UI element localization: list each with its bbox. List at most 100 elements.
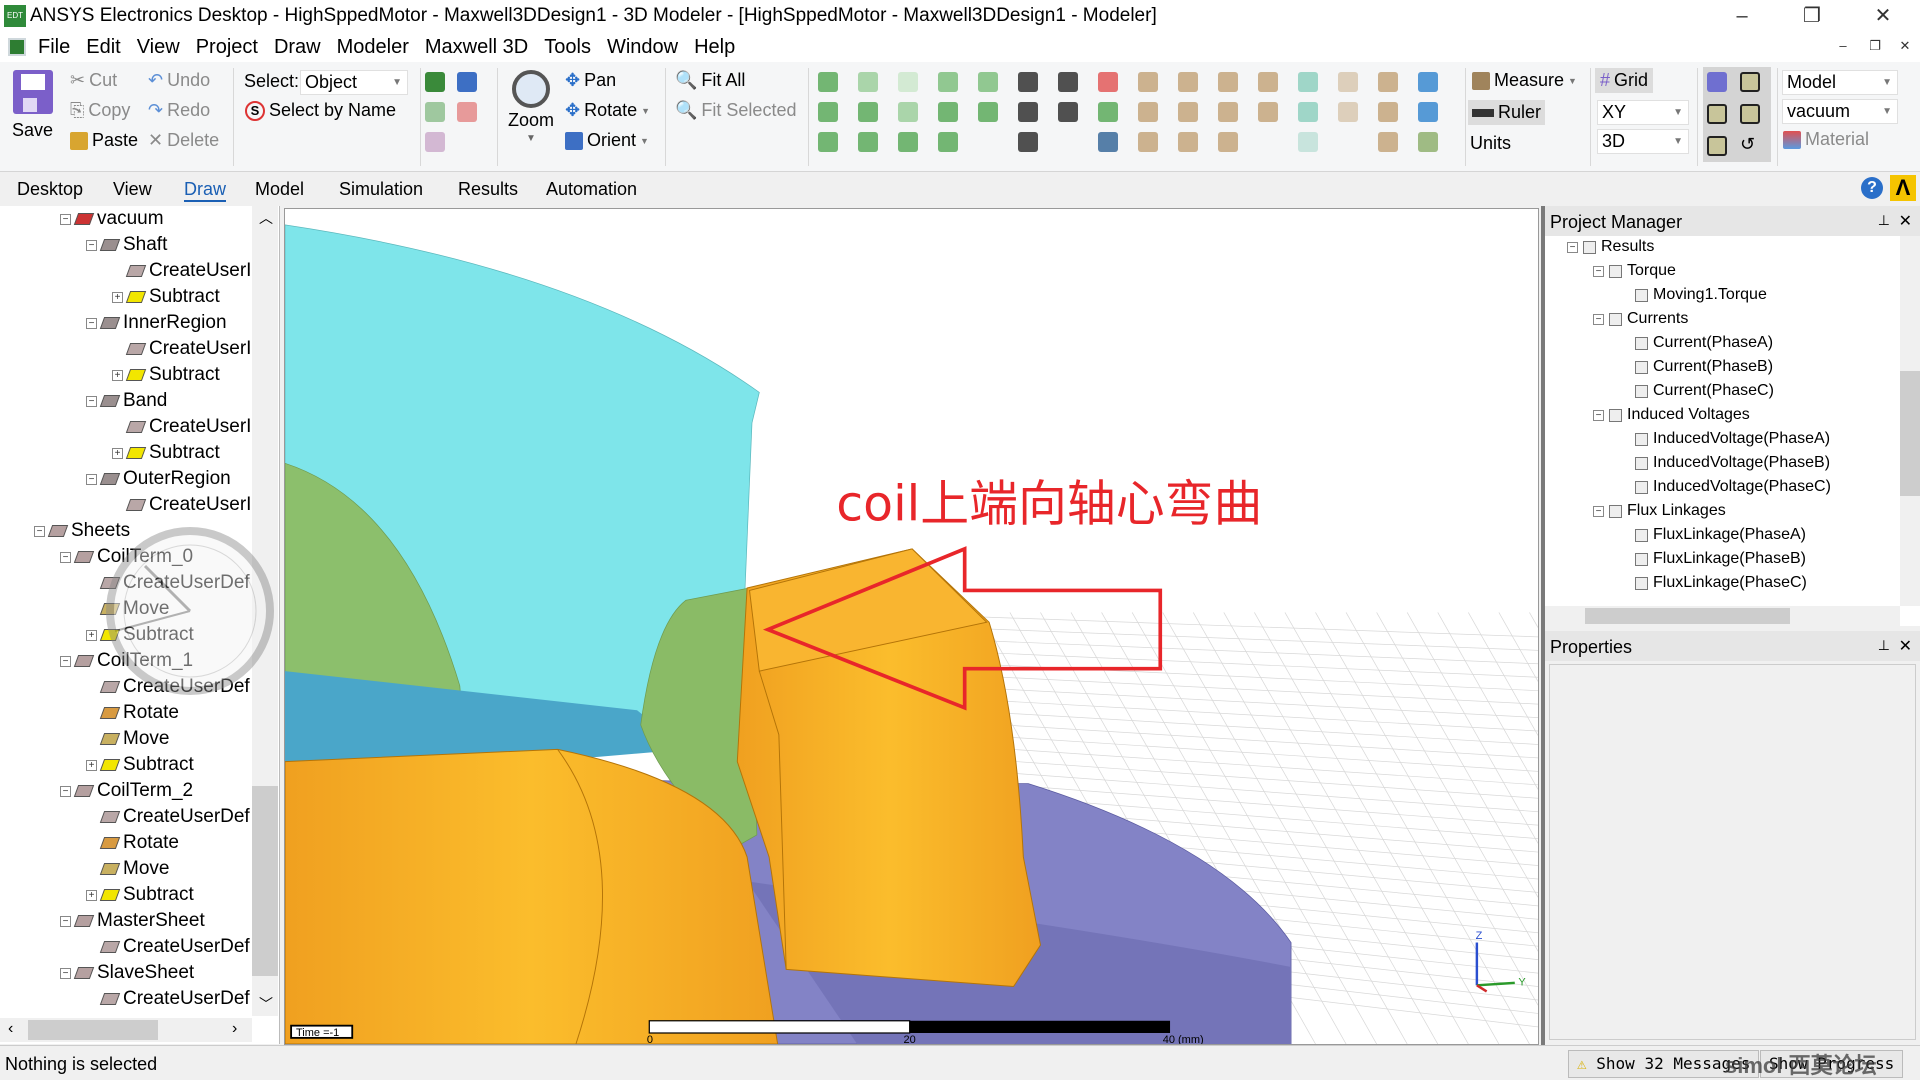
tab-view[interactable]: View <box>113 179 152 200</box>
menu-maxwell-3d[interactable]: Maxwell 3D <box>425 36 528 59</box>
draw-tool-icon[interactable] <box>1218 72 1238 92</box>
paste-button[interactable]: Paste <box>70 130 138 151</box>
project-tree-item[interactable]: − Flux Linkages <box>1593 502 1726 520</box>
help-icon[interactable]: ? <box>1861 177 1883 199</box>
close-button[interactable]: ✕ <box>1858 2 1908 30</box>
menu-modeler[interactable]: Modeler <box>337 36 409 59</box>
draw-tool-icon[interactable] <box>938 72 958 92</box>
project-tree-item[interactable]: Current(PhaseA) <box>1619 334 1773 352</box>
expand-toggle-icon[interactable]: + <box>86 889 97 901</box>
project-tree-hscrollbar[interactable] <box>1545 606 1900 626</box>
units-button[interactable]: Units <box>1470 133 1511 154</box>
draw-tool-icon[interactable] <box>1218 132 1238 152</box>
project-tree-item[interactable]: FluxLinkage(PhaseB) <box>1619 550 1806 568</box>
draw-tool-icon[interactable] <box>1058 72 1078 92</box>
expand-toggle-icon[interactable]: − <box>86 239 97 251</box>
tab-desktop[interactable]: Desktop <box>17 179 83 200</box>
tree-scroll-thumb[interactable] <box>252 786 278 976</box>
draw-tool-icon[interactable] <box>1178 102 1198 122</box>
tree-item[interactable]: Rotate <box>86 832 179 854</box>
hide-all-icon[interactable] <box>457 102 477 122</box>
material-button[interactable]: Material <box>1783 129 1869 150</box>
grid-button[interactable]: # Grid <box>1595 68 1654 93</box>
draw-tool-icon[interactable] <box>1418 132 1438 152</box>
orient-button[interactable]: Orient ▼ <box>565 130 649 151</box>
tab-automation[interactable]: Automation <box>546 179 637 200</box>
hide-icon[interactable] <box>425 102 445 122</box>
snap-arc-icon[interactable]: ↺ <box>1740 134 1755 155</box>
tree-item[interactable]: CreateUserDef <box>86 806 250 828</box>
expand-toggle-icon[interactable]: − <box>60 551 71 563</box>
draw-tool-icon[interactable] <box>818 72 838 92</box>
draw-tool-icon[interactable] <box>938 132 958 152</box>
tab-simulation[interactable]: Simulation <box>339 179 423 200</box>
zoom-button[interactable]: Zoom ▼ <box>508 70 554 144</box>
undo-button[interactable]: ↶ Undo <box>148 70 210 91</box>
project-tree-item[interactable]: FluxLinkage(PhaseA) <box>1619 526 1806 544</box>
tree-item[interactable]: − SlaveSheet <box>60 962 194 984</box>
draw-tool-icon[interactable] <box>1298 132 1318 152</box>
fit-selected-button[interactable]: 🔍 Fit Selected <box>675 100 796 121</box>
draw-tool-icon[interactable] <box>1258 102 1278 122</box>
snap-grid-icon[interactable] <box>1707 72 1727 92</box>
draw-tool-icon[interactable] <box>1018 132 1038 152</box>
draw-tool-icon[interactable] <box>1018 72 1038 92</box>
draw-tool-icon[interactable] <box>1138 102 1158 122</box>
expand-toggle-icon[interactable]: − <box>60 213 71 225</box>
draw-tool-icon[interactable] <box>978 72 998 92</box>
expand-toggle-icon[interactable]: − <box>1593 265 1604 277</box>
draw-tool-icon[interactable] <box>1018 102 1038 122</box>
model-dropdown[interactable]: Model ▼ <box>1782 70 1898 95</box>
mdi-minimize-button[interactable]: – <box>1832 38 1854 58</box>
tree-item[interactable]: + Subtract <box>86 884 194 906</box>
mdi-close-button[interactable]: ✕ <box>1894 38 1916 58</box>
tab-results[interactable]: Results <box>458 179 518 200</box>
tree-item[interactable]: CreateUserI <box>112 494 251 516</box>
draw-tool-icon[interactable] <box>898 132 918 152</box>
tree-item[interactable]: + Subtract <box>112 286 220 308</box>
scroll-down-icon[interactable]: ﹀ <box>259 994 273 1014</box>
redo-button[interactable]: ↷ Redo <box>148 100 210 121</box>
project-tree-item[interactable]: − Currents <box>1593 310 1688 328</box>
expand-toggle-icon[interactable]: − <box>86 473 97 485</box>
draw-tool-icon[interactable] <box>1338 102 1358 122</box>
expand-toggle-icon[interactable]: − <box>1593 505 1604 517</box>
snap-vertex-icon[interactable] <box>1707 104 1727 124</box>
project-tree-vscrollbar[interactable] <box>1900 236 1920 606</box>
tree-item[interactable]: + Subtract <box>112 442 220 464</box>
3d-modeler-viewport[interactable]: coil上端向轴心弯曲 Z Y Time =-1 0 20 40 (mm) <box>284 208 1539 1045</box>
draw-tool-icon[interactable] <box>1058 102 1078 122</box>
project-tree-item[interactable]: InducedVoltage(PhaseB) <box>1619 454 1830 472</box>
expand-toggle-icon[interactable]: − <box>1567 241 1578 253</box>
draw-tool-icon[interactable] <box>818 102 838 122</box>
menu-tools[interactable]: Tools <box>544 36 591 59</box>
menu-draw[interactable]: Draw <box>274 36 321 59</box>
expand-toggle-icon[interactable]: − <box>60 915 71 927</box>
material-dropdown[interactable]: vacuum ▼ <box>1782 99 1898 124</box>
project-tree-item[interactable]: FluxLinkage(PhaseC) <box>1619 574 1807 592</box>
save-button[interactable]: Save <box>12 70 53 141</box>
draw-tool-icon[interactable] <box>898 72 918 92</box>
tree-horizontal-scrollbar[interactable]: ‹ › <box>0 1018 252 1042</box>
fit-all-button[interactable]: 🔍 Fit All <box>675 70 745 91</box>
rotate-button[interactable]: ✥ Rotate ▼ <box>565 100 650 121</box>
grid-mode-dropdown[interactable]: 3D ▼ <box>1597 129 1689 154</box>
pan-button[interactable]: ✥ Pan <box>565 70 616 91</box>
project-tree-item[interactable]: InducedVoltage(PhaseC) <box>1619 478 1831 496</box>
draw-tool-icon[interactable] <box>1098 102 1118 122</box>
delete-button[interactable]: ✕ Delete <box>148 130 219 151</box>
minimize-button[interactable]: – <box>1717 2 1767 30</box>
expand-toggle-icon[interactable]: − <box>86 317 97 329</box>
draw-tool-icon[interactable] <box>1138 72 1158 92</box>
expand-toggle-icon[interactable]: − <box>34 525 45 537</box>
tab-draw[interactable]: Draw <box>184 179 227 202</box>
tree-item[interactable]: − Shaft <box>86 234 167 256</box>
draw-tool-icon[interactable] <box>858 132 878 152</box>
draw-tool-icon[interactable] <box>1378 102 1398 122</box>
tree-item[interactable]: − InnerRegion <box>86 312 227 334</box>
project-tree-item[interactable]: Current(PhaseB) <box>1619 358 1773 376</box>
draw-tool-icon[interactable] <box>1098 132 1118 152</box>
pin-icon[interactable]: ⊥ <box>1878 212 1890 229</box>
select-by-name-button[interactable]: S Select by Name <box>245 100 396 121</box>
project-tree-item[interactable]: Moving1.Torque <box>1619 286 1767 304</box>
